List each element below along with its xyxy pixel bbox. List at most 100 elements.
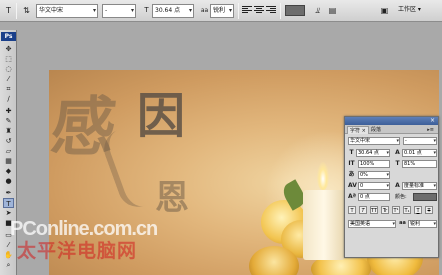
align-center-icon[interactable] xyxy=(254,5,264,15)
lasso-icon[interactable]: ◌ xyxy=(3,64,14,74)
dodge-icon[interactable]: ● xyxy=(3,176,14,186)
leading-value: 0.01 点 xyxy=(404,150,422,156)
font-size-value: 30.64 点 xyxy=(155,7,181,14)
baseline-shift-icon: Aª xyxy=(348,193,357,200)
panel-font-size-value: 30.64 点 xyxy=(358,150,379,156)
kerning-select[interactable]: 0 xyxy=(358,182,390,190)
superscript-button[interactable]: T¹ xyxy=(392,206,400,214)
toggle-panels-icon[interactable]: ▤ xyxy=(326,4,339,17)
separator xyxy=(238,3,239,19)
workspace-menu[interactable]: 工作区 ▾ xyxy=(398,4,434,18)
font-style-value: - xyxy=(105,7,108,14)
watermark-chinese: 太平洋电脑网 xyxy=(17,240,138,262)
color-label: 颜色: xyxy=(395,194,407,200)
antialias-icon: aa xyxy=(399,220,406,226)
eyedropper-icon[interactable]: ⁄ xyxy=(3,240,14,250)
type-tool-icon[interactable]: T xyxy=(2,4,15,17)
small-caps-button[interactable]: Tr xyxy=(381,206,389,214)
antialias-value: 锐利 xyxy=(213,7,226,14)
calligraphy-char-en: 恩 xyxy=(155,178,189,218)
healing-icon[interactable]: ✚ xyxy=(3,106,14,116)
all-caps-button[interactable]: TT xyxy=(370,206,378,214)
vertical-scale-value: 100% xyxy=(360,161,375,167)
horizontal-scale-value: 81% xyxy=(404,161,416,167)
crop-icon[interactable]: ⌗ xyxy=(3,84,14,94)
faux-italic-button[interactable]: T xyxy=(359,206,367,214)
panel-menu-icon[interactable]: ▸≡ xyxy=(425,126,436,134)
strikethrough-button[interactable]: T xyxy=(425,206,433,214)
brush-icon[interactable]: ✎ xyxy=(3,116,14,126)
tracking-ratio-value: 0% xyxy=(360,172,368,178)
font-size-select[interactable]: 30.64 点 xyxy=(152,4,194,18)
close-icon[interactable]: × xyxy=(430,117,435,125)
tracking-ratio-icon: あ xyxy=(348,171,355,178)
options-bar: T ⇅ 华文中宋 - T 30.64 点 aa 锐利 ⫫ ▤ ▣ 工作区 ▾ xyxy=(0,0,442,22)
kerning-mode-select[interactable]: 度量标准 xyxy=(402,182,437,190)
subscript-button[interactable]: T₁ xyxy=(403,206,411,214)
align-right-icon[interactable] xyxy=(266,5,276,15)
panel-tabs: 字符 × 段落 ▸≡ xyxy=(345,125,438,134)
type-style-buttons: T T TT Tr T¹ T₁ T T xyxy=(348,206,438,216)
tab-paragraph[interactable]: 段落 xyxy=(369,126,383,134)
kerning-mode-value: 度量标准 xyxy=(404,183,425,189)
panel-font-family-select[interactable]: 华文中宋 xyxy=(348,137,400,145)
vertical-scale-icon: IT xyxy=(348,160,355,167)
horizontal-scale-icon: T xyxy=(395,160,400,167)
kerning-mode-icon: A xyxy=(395,182,400,189)
language-select[interactable]: 美国英语 xyxy=(348,220,396,228)
warp-text-icon[interactable]: ⫫ xyxy=(311,4,324,17)
magic-wand-icon[interactable]: ⁄ xyxy=(3,74,14,84)
leading-select[interactable]: 0.01 点 xyxy=(402,149,437,157)
calligraphy-char-yin: 因 xyxy=(137,88,186,144)
palette-well-icon[interactable]: ▣ xyxy=(378,4,391,17)
photoshop-window: T ⇅ 华文中宋 - T 30.64 点 aa 锐利 ⫫ ▤ ▣ 工作区 ▾ P… xyxy=(0,0,442,275)
baseline-shift-input[interactable]: 0 点 xyxy=(358,193,390,201)
baseline-shift-value: 0 点 xyxy=(360,194,370,200)
candle-image xyxy=(303,190,345,260)
workspace-label: 工作区 xyxy=(398,6,417,13)
separator xyxy=(16,3,17,19)
antialias-select[interactable]: 锐利 xyxy=(210,4,234,18)
tracking-ratio-select[interactable]: 0% xyxy=(358,171,390,179)
font-style-select[interactable]: - xyxy=(102,4,136,18)
panel-color-swatch[interactable] xyxy=(413,193,437,201)
tab-character-label: 字符 xyxy=(350,128,361,134)
text-color-swatch[interactable] xyxy=(285,5,305,16)
marquee-icon[interactable]: ⬚ xyxy=(3,54,14,64)
zoom-icon[interactable]: ⌕ xyxy=(3,260,14,270)
panel-font-family-value: 华文中宋 xyxy=(350,138,371,144)
panel-antialias-select[interactable]: 锐利 xyxy=(408,220,437,228)
stamp-icon[interactable]: ♜ xyxy=(3,126,14,136)
language-value: 美国英语 xyxy=(350,221,371,227)
faux-bold-button[interactable]: T xyxy=(348,206,356,214)
eraser-icon[interactable]: ▱ xyxy=(3,146,14,156)
move-icon[interactable]: ✥ xyxy=(3,44,14,54)
align-left-icon[interactable] xyxy=(242,5,252,15)
ps-logo: Ps xyxy=(1,32,16,41)
kerning-icon: AV xyxy=(348,182,357,189)
hand-icon[interactable]: ✋ xyxy=(3,250,14,260)
type-icon[interactable]: T xyxy=(3,198,14,208)
leading-icon: A xyxy=(395,149,400,156)
underline-button[interactable]: T xyxy=(414,206,422,214)
panel-font-style-select[interactable]: - xyxy=(403,137,437,145)
panel-titlebar[interactable]: × xyxy=(345,117,438,125)
tab-character[interactable]: 字符 × xyxy=(347,126,369,134)
kerning-value: 0 xyxy=(360,183,364,189)
slice-icon[interactable]: ∕ xyxy=(3,94,14,104)
history-brush-icon[interactable]: ↺ xyxy=(3,136,14,146)
font-size-icon: T xyxy=(349,149,354,156)
character-panel: × 字符 × 段落 ▸≡ 华文中宋 - T 30.64 点 A 0.01 点 I… xyxy=(344,116,439,258)
panel-font-style-value: - xyxy=(405,138,407,144)
font-family-select[interactable]: 华文中宋 xyxy=(36,4,98,18)
font-family-value: 华文中宋 xyxy=(39,7,64,14)
gradient-icon[interactable]: ▦ xyxy=(3,156,14,166)
panel-font-size-select[interactable]: 30.64 点 xyxy=(356,149,390,157)
path-select-icon[interactable]: ➤ xyxy=(3,208,14,218)
vertical-scale-input[interactable]: 100% xyxy=(358,160,390,168)
text-orientation-icon[interactable]: ⇅ xyxy=(20,4,33,17)
blur-icon[interactable]: ◆ xyxy=(3,166,14,176)
pen-icon[interactable]: ✒ xyxy=(3,188,14,198)
calligraphy-char-gan: 感 xyxy=(49,90,120,165)
horizontal-scale-input[interactable]: 81% xyxy=(402,160,437,168)
